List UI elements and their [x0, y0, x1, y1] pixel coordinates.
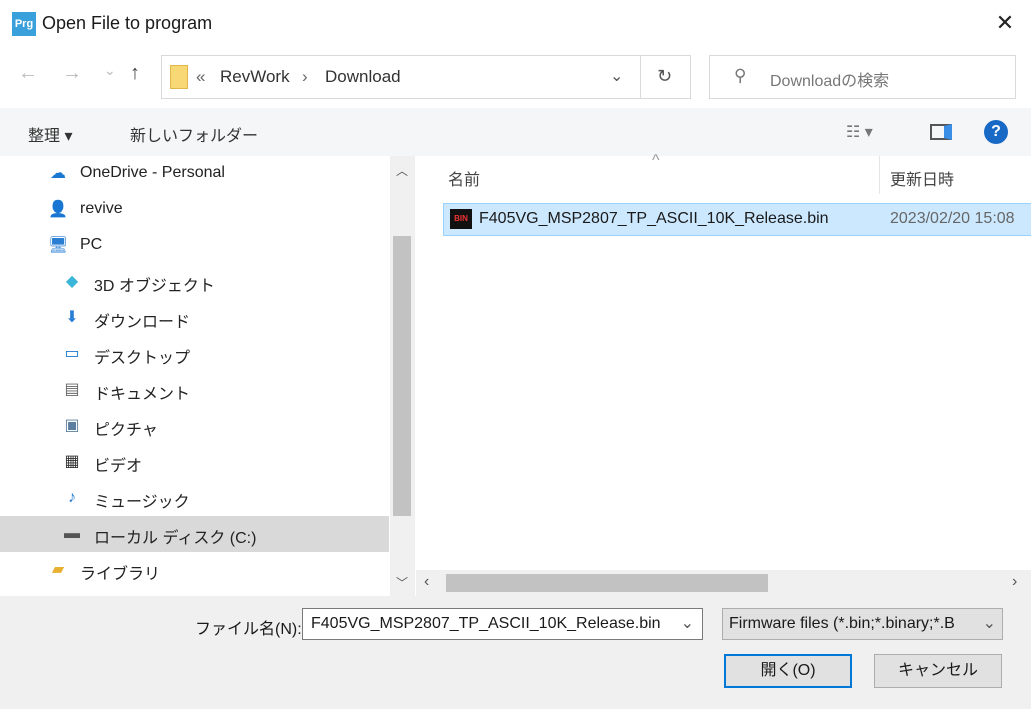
filetype-select[interactable]: Firmware files (*.bin;*.binary;*.B ⌄ — [722, 608, 1003, 640]
sidebar-item[interactable]: ▭ デスクトップ — [0, 336, 389, 372]
filename-label: ファイル名(N): — [195, 621, 302, 638]
sidebar-item[interactable]: ▦ ビデオ — [0, 444, 389, 480]
cube-icon: ◆ — [65, 273, 79, 290]
sidebar-item-label: ダウンロード — [94, 314, 191, 331]
sidebar-item-label: OneDrive - Personal — [80, 164, 225, 181]
preview-pane-icon[interactable] — [930, 124, 952, 140]
horizontal-scrollbar[interactable]: ‹ › — [416, 570, 1031, 596]
sidebar-item[interactable]: 🖥 PC — [0, 228, 389, 264]
new-folder-button[interactable]: 新しいフォルダー — [130, 122, 258, 146]
sidebar-item[interactable]: ⬇ ダウンロード — [0, 300, 389, 336]
vertical-scrollbar[interactable]: ︿ ﹀ — [390, 156, 414, 596]
filetype-value: Firmware files (*.bin;*.binary;*.B — [729, 615, 955, 632]
music-icon: ♪ — [68, 489, 76, 506]
file-name: F405VG_MSP2807_TP_ASCII_10K_Release.bin — [479, 210, 829, 227]
sidebar-item-label: ローカル ディスク (C:) — [94, 530, 257, 547]
up-button[interactable]: ↑ — [130, 62, 140, 85]
sidebar-item-label: 3D オブジェクト — [94, 278, 215, 295]
organize-button[interactable]: 整理 ▾ — [28, 122, 72, 146]
sidebar-item[interactable]: ▰ ライブラリ — [0, 552, 389, 588]
sidebar-item-label: ミュージック — [94, 494, 190, 511]
file-list: 名前 ^ 更新日時 BIN F405VG_MSP2807_TP_ASCII_10… — [416, 152, 1031, 596]
window-title: Open File to program — [42, 13, 213, 33]
view-options-icon[interactable]: ☷ ▾ — [846, 122, 873, 142]
sort-ascending-icon: ^ — [652, 152, 660, 169]
sidebar-item-label: デスクトップ — [94, 350, 191, 367]
file-row[interactable]: BIN F405VG_MSP2807_TP_ASCII_10K_Release.… — [443, 203, 1031, 236]
sidebar-item[interactable]: ▤ ドキュメント — [0, 372, 389, 408]
breadcrumb-revwork[interactable]: RevWork — [220, 67, 290, 87]
title-bar: Prg Open File to program ✕ — [0, 0, 1031, 48]
desktop-icon: ▭ — [64, 345, 80, 362]
picture-icon: ▣ — [64, 417, 80, 434]
computer-icon: 🖥 — [48, 237, 69, 254]
forward-button[interactable]: → — [62, 62, 82, 85]
cloud-icon: ☁ — [50, 165, 66, 182]
app-icon: Prg — [12, 12, 36, 36]
file-modified: 2023/02/20 15:08 — [890, 210, 1015, 227]
drive-icon: ▬ — [64, 525, 80, 542]
sidebar-item[interactable]: ◆ 3D オブジェクト — [0, 264, 389, 300]
column-header-modified[interactable]: 更新日時 — [890, 166, 954, 190]
close-button[interactable]: ✕ — [990, 8, 1020, 38]
sidebar-item-label: ビデオ — [94, 458, 143, 475]
toolbar: 整理 ▾ 新しいフォルダー ☷ ▾ ? — [0, 108, 1031, 156]
library-icon: ▰ — [51, 561, 65, 578]
sidebar-item[interactable]: 👤 revive — [0, 192, 389, 228]
chevron-down-icon[interactable]: ⌄ — [681, 613, 694, 633]
recent-locations-button[interactable]: ⌄ — [104, 62, 116, 79]
filename-input[interactable]: F405VG_MSP2807_TP_ASCII_10K_Release.bin ⌄ — [302, 608, 703, 640]
address-bar[interactable]: « RevWork › Download ⌄ ↻ — [161, 55, 691, 99]
sidebar-item-label: ドキュメント — [94, 386, 191, 403]
column-header-name[interactable]: 名前 — [448, 166, 480, 190]
sidebar-item[interactable]: ☁ OneDrive - Personal — [0, 156, 389, 192]
filename-value: F405VG_MSP2807_TP_ASCII_10K_Release.bin — [311, 615, 661, 632]
sidebar-item-label: ピクチャ — [94, 422, 158, 439]
back-button[interactable]: ← — [18, 62, 38, 85]
refresh-icon[interactable]: ↻ — [657, 66, 672, 87]
search-placeholder: Downloadの検索 — [770, 73, 890, 90]
sidebar-item-label: revive — [80, 200, 123, 217]
sidebar-item-label: ライブラリ — [80, 566, 161, 583]
chevron-down-icon: ⌄ — [982, 613, 996, 633]
overflow-chevron[interactable]: « — [196, 67, 205, 87]
column-divider[interactable] — [879, 156, 880, 194]
sidebar-item[interactable]: ▣ ピクチャ — [0, 408, 389, 444]
breadcrumb-download[interactable]: Download — [325, 67, 401, 87]
address-dropdown-icon[interactable]: ⌄ — [610, 66, 623, 86]
search-input[interactable]: ⚲ Downloadの検索 — [709, 55, 1016, 99]
folder-icon — [170, 65, 188, 89]
navigation-pane: ☁ OneDrive - Personal 👤 revive 🖥 PC ◆ 3D オブジェクト… — [0, 156, 415, 596]
help-icon[interactable]: ? — [984, 120, 1008, 144]
document-icon: ▤ — [64, 381, 80, 398]
search-icon: ⚲ — [734, 66, 747, 85]
download-icon: ⬇ — [65, 309, 79, 326]
divider — [640, 56, 641, 98]
sidebar-item[interactable]: ♪ ミュージック — [0, 480, 389, 516]
scrollbar-thumb[interactable] — [446, 574, 768, 592]
sidebar-item-label: PC — [80, 236, 103, 253]
open-button[interactable]: 開く(O) — [724, 654, 852, 688]
dialog-footer: ファイル名(N): F405VG_MSP2807_TP_ASCII_10K_Re… — [0, 596, 1031, 709]
breadcrumb-separator: › — [302, 67, 308, 86]
bin-file-icon: BIN — [450, 209, 472, 229]
user-icon: 👤 — [48, 201, 68, 218]
sidebar-item[interactable]: ▬ ローカル ディスク (C:) — [0, 516, 389, 552]
video-icon: ▦ — [64, 453, 80, 470]
scrollbar-thumb[interactable] — [393, 236, 411, 516]
cancel-button[interactable]: キャンセル — [874, 654, 1002, 688]
